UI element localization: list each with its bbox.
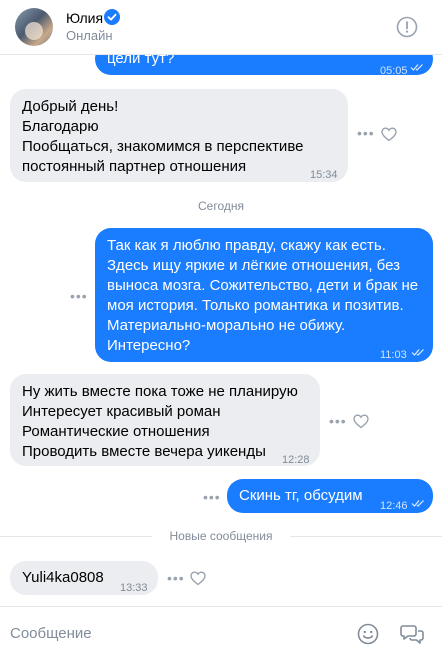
double-check-icon: [411, 349, 424, 356]
more-dots-icon[interactable]: •••: [329, 413, 347, 429]
avatar[interactable]: [15, 8, 53, 46]
message-line: постоянный партнер отношения: [22, 158, 247, 175]
message-bubble-incoming[interactable]: Добрый день! Благодарю Пообщаться, знако…: [10, 89, 348, 182]
message-time: 11:03: [380, 349, 407, 361]
new-messages-separator: Новые сообщения: [0, 529, 442, 543]
online-status: Онлайн: [66, 28, 113, 43]
message-time: 13:33: [120, 582, 148, 594]
message-line: Романтические отношения: [22, 423, 210, 440]
message-line: Добрый день!: [22, 98, 119, 115]
more-dots-icon[interactable]: •••: [203, 489, 221, 505]
message-line: Интересно?: [107, 337, 191, 354]
message-input[interactable]: [0, 607, 340, 658]
heart-icon[interactable]: [353, 414, 369, 429]
message-line: Ну жить вместе пока тоже не планирую: [22, 383, 298, 400]
date-separator: Сегодня: [198, 199, 244, 213]
heart-icon[interactable]: [381, 127, 397, 142]
more-dots-icon[interactable]: •••: [70, 288, 88, 304]
more-dots-icon[interactable]: •••: [167, 570, 185, 586]
message-text: цели тут?: [107, 55, 175, 67]
message-composer: [0, 606, 442, 658]
message-bubble-incoming[interactable]: Ну жить вместе пока тоже не планирую Инт…: [10, 374, 320, 466]
message-time: 15:34: [310, 169, 338, 181]
double-check-icon: [410, 64, 423, 71]
contact-name[interactable]: Юлия: [66, 10, 103, 26]
emoji-icon[interactable]: [357, 623, 379, 645]
message-line: моя история. Только романтика и позитив.: [107, 297, 404, 314]
message-line: Здесь ищу яркие и лёгкие отношения, без: [107, 257, 400, 274]
more-dots-icon[interactable]: •••: [357, 125, 375, 141]
message-bubble-incoming[interactable]: Yuli4ka0808 13:33: [10, 561, 158, 595]
message-time: 12:46: [380, 500, 408, 512]
verified-badge-icon: [104, 9, 120, 25]
message-line: выноса мозга. Сожительство, дети и брак …: [107, 277, 419, 294]
message-line: Так как я люблю правду, скажу как есть.: [107, 237, 386, 254]
message-bubble-outgoing[interactable]: Скинь тг, обсудим 12:46: [227, 479, 433, 513]
message-line: Материально-морально не обижу.: [107, 317, 346, 334]
chat-header: Юлия Онлайн: [0, 0, 442, 55]
separator-line: [290, 536, 442, 537]
heart-icon[interactable]: [190, 571, 206, 586]
message-line: Интересует красивый роман: [22, 403, 221, 420]
message-time: 05:05: [380, 65, 408, 77]
info-icon[interactable]: [396, 16, 418, 38]
quick-replies-icon[interactable]: [400, 623, 424, 645]
message-bubble-outgoing[interactable]: цели тут? 05:05: [95, 55, 433, 77]
message-list[interactable]: цели тут? 05:05 Добрый день! Благодарю П…: [0, 55, 442, 605]
message-line: Благодарю: [22, 118, 99, 135]
double-check-icon: [411, 500, 424, 507]
message-time: 12:28: [282, 454, 310, 466]
message-line: Проводить вместе вечера уикенды: [22, 443, 266, 460]
message-bubble-outgoing[interactable]: Так как я люблю правду, скажу как есть. …: [95, 228, 433, 362]
message-line: Пообщаться, знакомимся в перспективе: [22, 138, 304, 155]
